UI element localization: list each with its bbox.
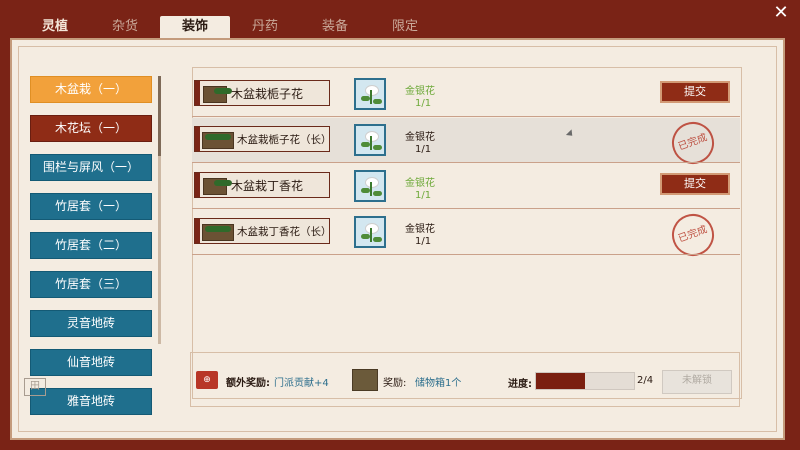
reward-value: 储物箱1个	[415, 378, 462, 389]
long-pot-icon	[202, 224, 234, 241]
tab-misc[interactable]: 杂货	[90, 16, 160, 38]
submit-button[interactable]: 提交	[660, 81, 730, 103]
sidebar-item-xianyin-tile[interactable]: 仙音地砖	[30, 349, 152, 376]
sidebar-item-yayin-tile[interactable]: 雅音地砖	[30, 388, 152, 415]
item-name: 木盆栽栀子花	[231, 87, 304, 101]
item-card[interactable]: 木盆栽丁香花	[194, 172, 330, 198]
honeysuckle-icon[interactable]	[354, 124, 386, 156]
category-tabs: 灵植 杂货 装饰 丹药 装备 限定	[20, 16, 440, 38]
item-card[interactable]: 木盆栽丁香花（长）	[194, 218, 332, 244]
sidebar-item-lingyin-tile[interactable]: 灵音地砖	[30, 310, 152, 337]
progress-fill	[536, 373, 585, 389]
row-divider	[192, 116, 740, 117]
material-name: 金银花	[405, 178, 435, 189]
bonus-icon: ⊕	[196, 371, 218, 389]
sidebar-item-wood-bed-1[interactable]: 木花坛（一）	[30, 115, 152, 142]
card-tick	[195, 219, 200, 243]
sidebar-scrollbar[interactable]	[158, 76, 161, 344]
progress-text: 2/4	[637, 375, 654, 386]
progress-label: 进度:	[508, 379, 532, 390]
item-name: 木盆栽栀子花（长）	[237, 134, 332, 146]
material-name: 金银花	[405, 132, 435, 143]
close-icon[interactable]: ✕	[772, 4, 790, 22]
reward-label: 奖励:	[383, 378, 407, 389]
recipe-row: 木盆栽丁香花 金银花 1/1 提交	[192, 164, 740, 208]
row-divider	[192, 254, 740, 255]
material-count: 1/1	[415, 98, 432, 109]
card-tick	[195, 173, 200, 197]
recipe-row: 木盆栽栀子花 金银花 1/1 提交	[192, 72, 740, 116]
chest-icon	[352, 369, 378, 391]
row-divider	[192, 162, 740, 163]
material-name: 金银花	[405, 86, 435, 97]
long-pot-icon	[202, 132, 234, 149]
tab-spirit-plants[interactable]: 灵植	[20, 16, 90, 38]
material-count: 1/1	[415, 190, 432, 201]
pot-icon	[203, 86, 232, 103]
tab-equipment[interactable]: 装备	[300, 16, 370, 38]
sidebar-item-bamboo-set-3[interactable]: 竹居套（三）	[30, 271, 152, 298]
item-name: 木盆栽丁香花	[231, 179, 304, 193]
sidebar-item-fence-screen-1[interactable]: 围栏与屏风（一）	[30, 154, 152, 181]
recipe-row: 木盆栽丁香花（长） 金银花 1/1 已完成	[192, 208, 740, 262]
unlock-button[interactable]: 未解锁	[662, 370, 732, 394]
material-count: 1/1	[415, 144, 432, 155]
pot-icon	[203, 178, 232, 195]
item-name: 木盆栽丁香花（长）	[237, 226, 332, 238]
material-count: 1/1	[415, 236, 432, 247]
progress-bar	[535, 372, 635, 390]
card-tick	[195, 127, 200, 151]
tab-limited[interactable]: 限定	[370, 16, 440, 38]
row-divider	[192, 208, 740, 209]
sidebar-scroll-thumb[interactable]	[158, 76, 161, 156]
tab-decoration[interactable]: 装饰	[160, 16, 230, 38]
submit-button[interactable]: 提交	[660, 173, 730, 195]
tab-pills[interactable]: 丹药	[230, 16, 300, 38]
sidebar-item-bamboo-set-1[interactable]: 竹居套（一）	[30, 193, 152, 220]
recipe-row: 木盆栽栀子花（长） 金银花 1/1 已完成	[192, 116, 740, 170]
bonus-label: 额外奖励:	[226, 378, 270, 389]
sidebar-item-wood-pot-1[interactable]: 木盆栽（一）	[30, 76, 152, 103]
item-card[interactable]: 木盆栽栀子花（长）	[194, 126, 332, 152]
sidebar: 木盆栽（一） 木花坛（一） 围栏与屏风（一） 竹居套（一） 竹居套（二） 竹居套…	[30, 76, 152, 427]
honeysuckle-icon[interactable]	[354, 216, 386, 248]
sidebar-item-bamboo-set-2[interactable]: 竹居套（二）	[30, 232, 152, 259]
partial-icon: 田	[24, 378, 46, 396]
card-tick	[195, 81, 200, 105]
bonus-value: 门派贡献+4	[274, 378, 329, 389]
item-card[interactable]: 木盆栽栀子花	[194, 80, 330, 106]
honeysuckle-icon[interactable]	[354, 170, 386, 202]
reward-bar	[190, 352, 740, 407]
material-name: 金银花	[405, 224, 435, 235]
honeysuckle-icon[interactable]	[354, 78, 386, 110]
